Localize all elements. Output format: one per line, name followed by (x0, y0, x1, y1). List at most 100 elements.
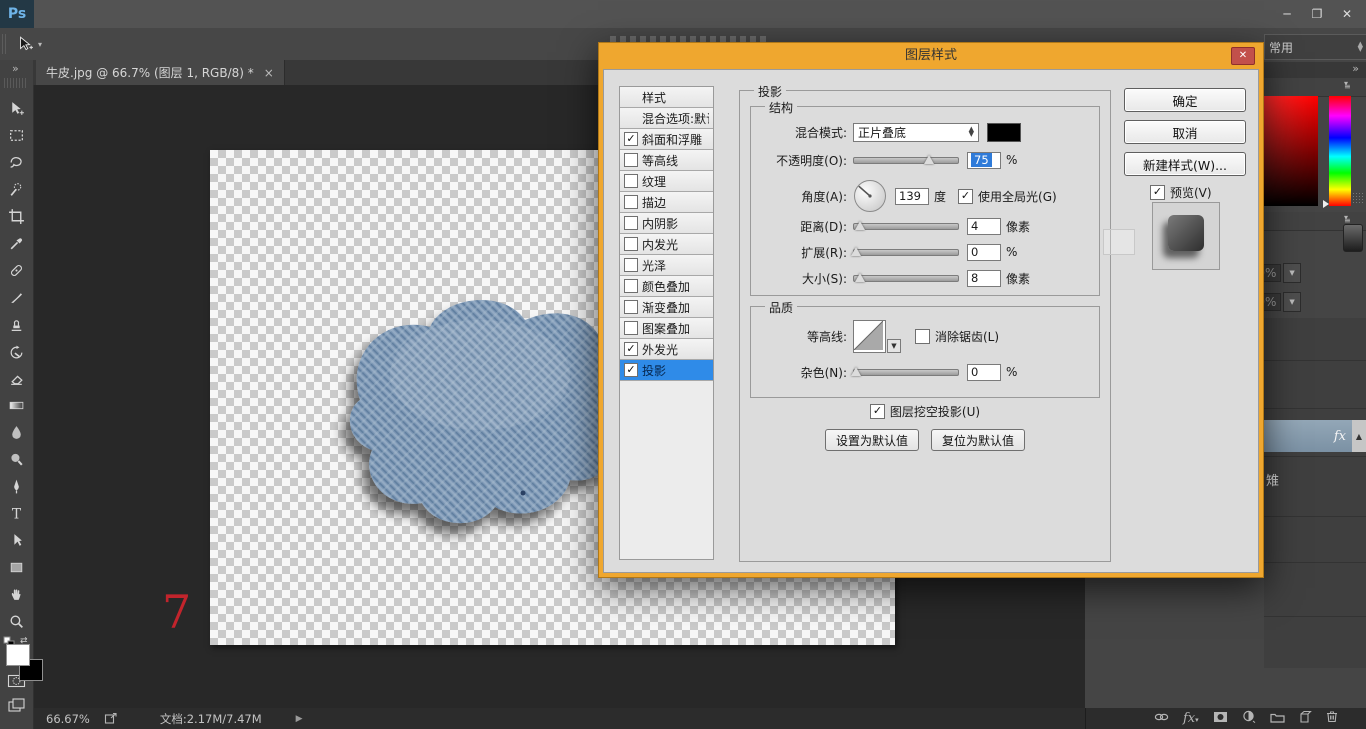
link-layers-icon[interactable] (1154, 711, 1169, 726)
style-checkbox[interactable] (624, 174, 638, 188)
style-checkbox[interactable] (624, 216, 638, 230)
set-default-button[interactable]: 设置为默认值 (825, 429, 919, 451)
opacity-dropdown-icon[interactable]: ▼ (1283, 263, 1301, 283)
tool-eraser[interactable] (4, 366, 29, 391)
tool-pen[interactable] (4, 474, 29, 499)
hue-pointer-icon[interactable] (1323, 200, 1329, 208)
tool-crop[interactable] (4, 204, 29, 229)
style-list-item[interactable]: 纹理 (620, 171, 713, 192)
spread-slider-thumb[interactable] (851, 247, 861, 256)
restore-button[interactable]: ❐ (1302, 3, 1332, 25)
fill-dropdown-icon[interactable]: ▼ (1283, 292, 1301, 312)
zoom-percent-field[interactable]: 66.67% (46, 712, 90, 726)
panel-resize-grip[interactable] (1352, 192, 1365, 205)
fx-collapse-button[interactable]: ▲ (1352, 420, 1366, 452)
workspace-selector[interactable]: 常用 ▲▼ (1264, 34, 1366, 60)
style-list-item[interactable]: 光泽 (620, 255, 713, 276)
panel-menu-icon[interactable]: ▾≡ (1344, 82, 1360, 92)
add-layer-mask-icon[interactable] (1213, 711, 1228, 726)
tool-brush[interactable] (4, 285, 29, 310)
tool-rectangle-shape[interactable] (4, 555, 29, 580)
screen-mode-button[interactable] (4, 693, 29, 718)
noise-slider[interactable] (853, 369, 959, 376)
style-list-item[interactable]: ✓ 投影 (620, 360, 713, 381)
style-checkbox[interactable]: ✓ (624, 342, 638, 356)
dock-collapse-bar[interactable]: » (1264, 62, 1366, 78)
new-adjustment-layer-icon[interactable] (1242, 710, 1256, 726)
tool-rectangular-marquee[interactable] (4, 123, 29, 148)
style-checkbox[interactable]: ✓ (624, 363, 638, 377)
delete-layer-icon[interactable] (1326, 710, 1338, 726)
shadow-color-swatch[interactable] (987, 123, 1021, 142)
preview-checkbox[interactable]: ✓ (1150, 185, 1165, 200)
dialog-close-button[interactable]: ✕ (1231, 47, 1255, 65)
tool-hand[interactable] (4, 582, 29, 607)
tool-type[interactable]: T (4, 501, 29, 526)
blend-mode-dropdown[interactable]: 正片叠底 ▲▼ (853, 123, 979, 142)
selected-layer-row[interactable]: fx (1264, 420, 1352, 452)
style-checkbox[interactable] (624, 300, 638, 314)
style-list-item[interactable]: 等高线 (620, 150, 713, 171)
spread-slider[interactable] (853, 249, 959, 256)
style-checkbox[interactable] (624, 153, 638, 167)
toolbar-collapse-icon[interactable]: » (12, 62, 18, 75)
tool-blur[interactable] (4, 420, 29, 445)
style-list-item[interactable]: 内发光 (620, 234, 713, 255)
angle-dial[interactable] (853, 179, 887, 213)
style-checkbox[interactable] (624, 279, 638, 293)
blend-swatch[interactable] (1343, 224, 1363, 252)
tool-move[interactable] (4, 96, 29, 121)
style-checkbox[interactable] (624, 321, 638, 335)
new-group-icon[interactable] (1270, 711, 1285, 726)
noise-slider-thumb[interactable] (851, 367, 861, 376)
anti-alias-checkbox[interactable] (915, 329, 930, 344)
new-style-button[interactable]: 新建样式(W)... (1124, 152, 1246, 176)
tool-path-selection[interactable] (4, 528, 29, 553)
color-panel-header[interactable]: ▾≡ (1264, 78, 1366, 97)
tool-gradient[interactable] (4, 393, 29, 418)
layer-effect-partial-text[interactable]: 雉 (1266, 470, 1279, 489)
size-slider[interactable] (853, 275, 959, 282)
current-tool-indicator[interactable]: ▾ (16, 33, 56, 55)
layer-style-fx-icon[interactable]: fx▾ (1183, 711, 1199, 726)
contour-dropdown-icon[interactable]: ▼ (887, 339, 901, 353)
distance-slider[interactable] (853, 223, 959, 230)
spread-field[interactable]: 0 (967, 244, 1001, 261)
style-list-item[interactable]: 颜色叠加 (620, 276, 713, 297)
toolbar-grip[interactable] (4, 78, 26, 88)
tool-zoom[interactable] (4, 609, 29, 634)
contour-thumbnail[interactable] (853, 320, 886, 353)
tool-eyedropper[interactable] (4, 231, 29, 256)
style-checkbox[interactable] (624, 195, 638, 209)
new-layer-icon[interactable] (1299, 710, 1312, 726)
size-field[interactable]: 8 (967, 270, 1001, 287)
tool-clone-stamp[interactable] (4, 312, 29, 337)
opacity-slider[interactable] (853, 157, 959, 164)
distance-field[interactable]: 4 (967, 218, 1001, 235)
style-list-item[interactable]: ✓ 斜面和浮雕 (620, 129, 713, 150)
ok-button[interactable]: 确定 (1124, 88, 1246, 112)
foreground-color-swatch[interactable] (6, 644, 30, 666)
status-expand-icon[interactable]: ▶ (296, 714, 303, 724)
style-checkbox[interactable] (624, 237, 638, 251)
tool-history-brush[interactable] (4, 339, 29, 364)
minimize-button[interactable]: ─ (1272, 3, 1302, 25)
reset-default-button[interactable]: 复位为默认值 (931, 429, 1025, 451)
style-list-item[interactable]: 内阴影 (620, 213, 713, 234)
tool-quick-selection[interactable] (4, 177, 29, 202)
style-list-item[interactable]: 样式 (620, 87, 713, 108)
color-hue-bar[interactable] (1329, 96, 1351, 206)
style-list-item[interactable]: 混合选项:默认 (620, 108, 713, 129)
style-checkbox[interactable]: ✓ (624, 132, 638, 146)
opacity-field[interactable]: 75 (967, 152, 1001, 169)
style-list-item[interactable]: ✓ 外发光 (620, 339, 713, 360)
tool-dodge[interactable] (4, 447, 29, 472)
tool-spot-healing-brush[interactable] (4, 258, 29, 283)
options-bar-grip[interactable] (2, 34, 8, 54)
size-slider-thumb[interactable] (855, 273, 865, 282)
share-icon[interactable] (104, 712, 118, 725)
style-list-item[interactable]: 图案叠加 (620, 318, 713, 339)
knockout-checkbox[interactable]: ✓ (870, 404, 885, 419)
style-list-item[interactable]: 渐变叠加 (620, 297, 713, 318)
close-button[interactable]: ✕ (1332, 3, 1362, 25)
